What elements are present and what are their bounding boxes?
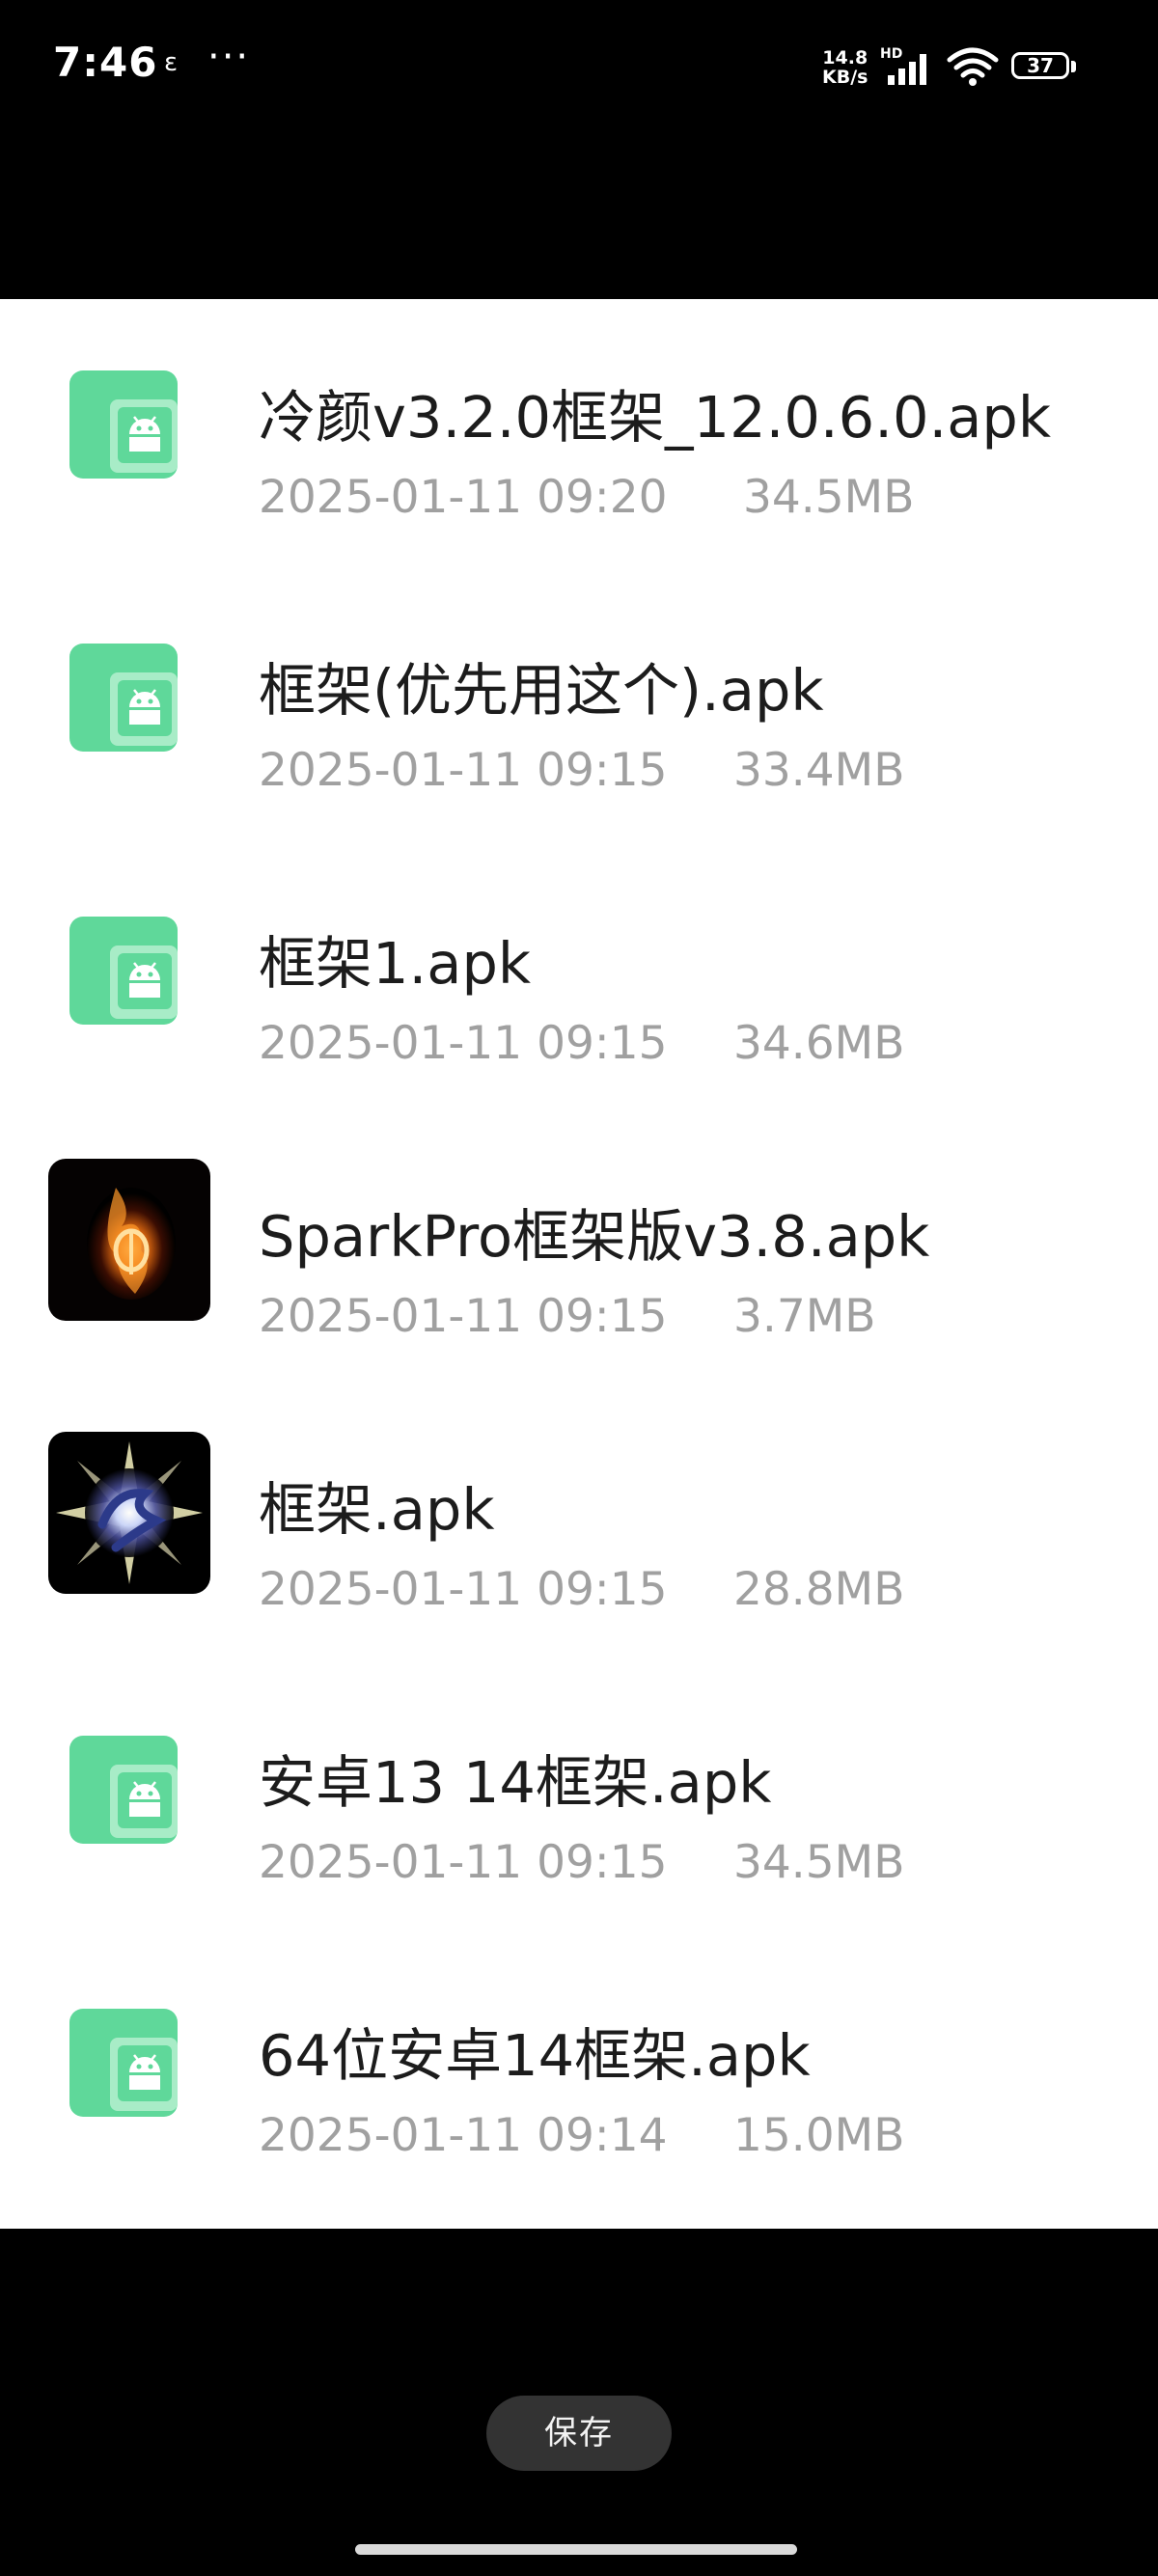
- file-size: 34.6MB: [733, 1017, 905, 1070]
- status-bar: 7:46 ɛ ··· 14.8 KB/s HD 37: [0, 0, 1158, 135]
- network-speed-value: 14.8: [822, 47, 868, 69]
- list-item[interactable]: 冷颜v3.2.0框架_12.0.6.0.apk 2025-01-11 09:20…: [0, 299, 1158, 572]
- battery-level: 37: [1011, 52, 1069, 79]
- android-apk-icon: [69, 370, 178, 479]
- more-notifications-icon: ···: [207, 35, 251, 79]
- list-item[interactable]: 框架.apk 2025-01-11 09:15 28.8MB: [0, 1391, 1158, 1664]
- file-date: 2025-01-11 09:15: [259, 744, 668, 797]
- list-item[interactable]: 64位安卓14框架.apk 2025-01-11 09:14 15.0MB: [0, 1937, 1158, 2210]
- file-name: 框架.apk: [259, 1476, 495, 1543]
- file-name: 框架(优先用这个).apk: [259, 657, 824, 724]
- file-name: 64位安卓14框架.apk: [259, 2022, 811, 2089]
- file-date: 2025-01-11 09:15: [259, 1563, 668, 1616]
- file-date: 2025-01-11 09:15: [259, 1290, 668, 1343]
- battery-icon: 37: [1011, 52, 1081, 83]
- file-date: 2025-01-11 09:14: [259, 2109, 668, 2162]
- file-date: 2025-01-11 09:20: [259, 471, 668, 524]
- fire-app-icon: [48, 1159, 210, 1321]
- file-size: 34.5MB: [733, 1836, 905, 1889]
- wifi-icon: [947, 47, 999, 86]
- file-size: 28.8MB: [733, 1563, 905, 1616]
- home-indicator[interactable]: [355, 2544, 797, 2555]
- list-item[interactable]: SparkPro框架版v3.8.apk 2025-01-11 09:15 3.7…: [0, 1118, 1158, 1391]
- file-size: 15.0MB: [733, 2109, 905, 2162]
- list-item[interactable]: 框架(优先用这个).apk 2025-01-11 09:15 33.4MB: [0, 572, 1158, 845]
- file-name: 框架1.apk: [259, 930, 532, 997]
- light-burst-app-icon: [48, 1432, 210, 1594]
- signal-icon: [888, 54, 926, 85]
- network-speed-unit: KB/s: [822, 67, 868, 88]
- file-date: 2025-01-11 09:15: [259, 1017, 668, 1070]
- list-item[interactable]: 框架1.apk 2025-01-11 09:15 34.6MB: [0, 845, 1158, 1118]
- android-apk-icon: [69, 644, 178, 752]
- notification-icon: ɛ: [164, 48, 179, 77]
- file-date: 2025-01-11 09:15: [259, 1836, 668, 1889]
- file-size: 33.4MB: [733, 744, 905, 797]
- save-button[interactable]: 保存: [486, 2396, 672, 2471]
- android-apk-icon: [69, 917, 178, 1025]
- file-name: 冷颜v3.2.0框架_12.0.6.0.apk: [259, 384, 1052, 451]
- android-apk-icon: [69, 2009, 178, 2117]
- list-item[interactable]: 安卓13 14框架.apk 2025-01-11 09:15 34.5MB: [0, 1664, 1158, 1937]
- android-apk-icon: [69, 1736, 178, 1844]
- file-list: 冷颜v3.2.0框架_12.0.6.0.apk 2025-01-11 09:20…: [0, 299, 1158, 2229]
- file-name: SparkPro框架版v3.8.apk: [259, 1203, 930, 1270]
- network-speed: 14.8 KB/s: [822, 48, 868, 87]
- file-name: 安卓13 14框架.apk: [259, 1749, 772, 1816]
- file-size: 34.5MB: [743, 471, 915, 524]
- clock: 7:46: [53, 39, 158, 86]
- file-size: 3.7MB: [733, 1290, 876, 1343]
